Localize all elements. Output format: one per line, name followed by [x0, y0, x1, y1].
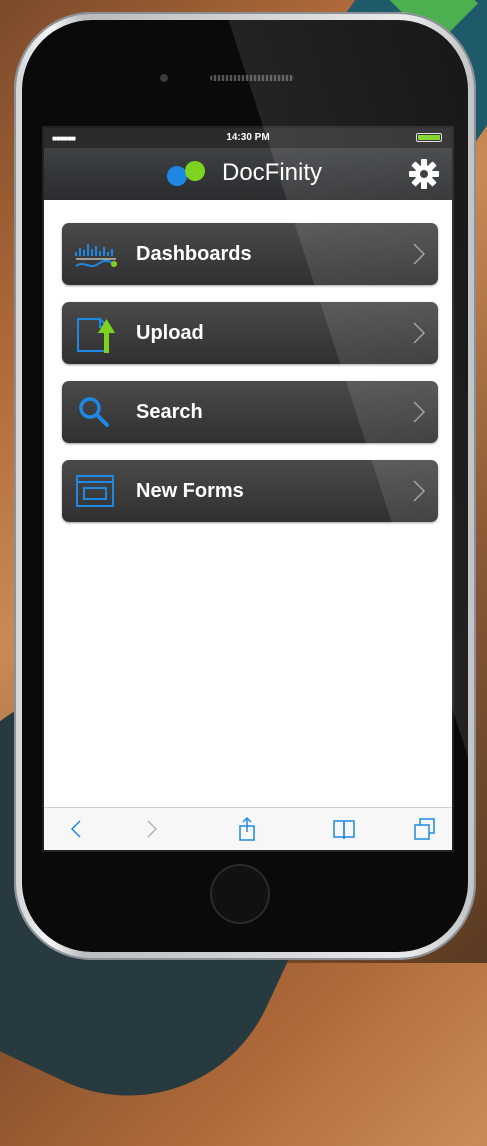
back-icon[interactable]: [64, 816, 90, 842]
front-camera: [160, 74, 168, 82]
status-bar: ■■■■■■ 14:30 PM: [44, 128, 452, 148]
menu-label-new-forms: New Forms: [136, 480, 244, 502]
bookmarks-icon[interactable]: [331, 816, 357, 842]
menu-item-upload[interactable]: Upload: [62, 302, 438, 364]
menu-label-dashboards: Dashboards: [136, 243, 252, 265]
forward-icon[interactable]: [138, 816, 164, 842]
main-menu: Dashboards Upload Search New Forms: [62, 223, 438, 539]
menu-item-dashboards[interactable]: Dashboards: [62, 223, 438, 285]
form-window-icon: [76, 475, 114, 507]
menu-label-upload: Upload: [136, 322, 204, 344]
chevron-right-icon: [413, 401, 426, 423]
docfinity-logo: [167, 161, 205, 186]
menu-item-search[interactable]: Search: [62, 381, 438, 443]
menu-label-search: Search: [136, 401, 203, 423]
status-time: 14:30 PM: [226, 132, 270, 143]
magnifier-icon: [79, 397, 109, 427]
browser-toolbar: [44, 807, 452, 850]
menu-item-new-forms[interactable]: New Forms: [62, 460, 438, 522]
earpiece-speaker: [210, 75, 294, 81]
home-button[interactable]: [212, 866, 268, 922]
chevron-right-icon: [413, 243, 426, 265]
chevron-right-icon: [413, 322, 426, 344]
app-title: DocFinity: [222, 159, 323, 186]
chevron-right-icon: [413, 480, 426, 502]
app-header: DocFinity: [44, 148, 452, 200]
phone-screen: ■■■■■■ 14:30 PM DocFinity Dashboards Upl…: [44, 128, 452, 850]
tabs-icon[interactable]: [412, 816, 438, 842]
dashboard-chart-icon: [75, 244, 117, 267]
share-icon[interactable]: [234, 816, 260, 842]
battery-icon: [416, 133, 442, 142]
gear-icon[interactable]: [408, 158, 440, 190]
upload-arrow-icon: [77, 316, 115, 353]
